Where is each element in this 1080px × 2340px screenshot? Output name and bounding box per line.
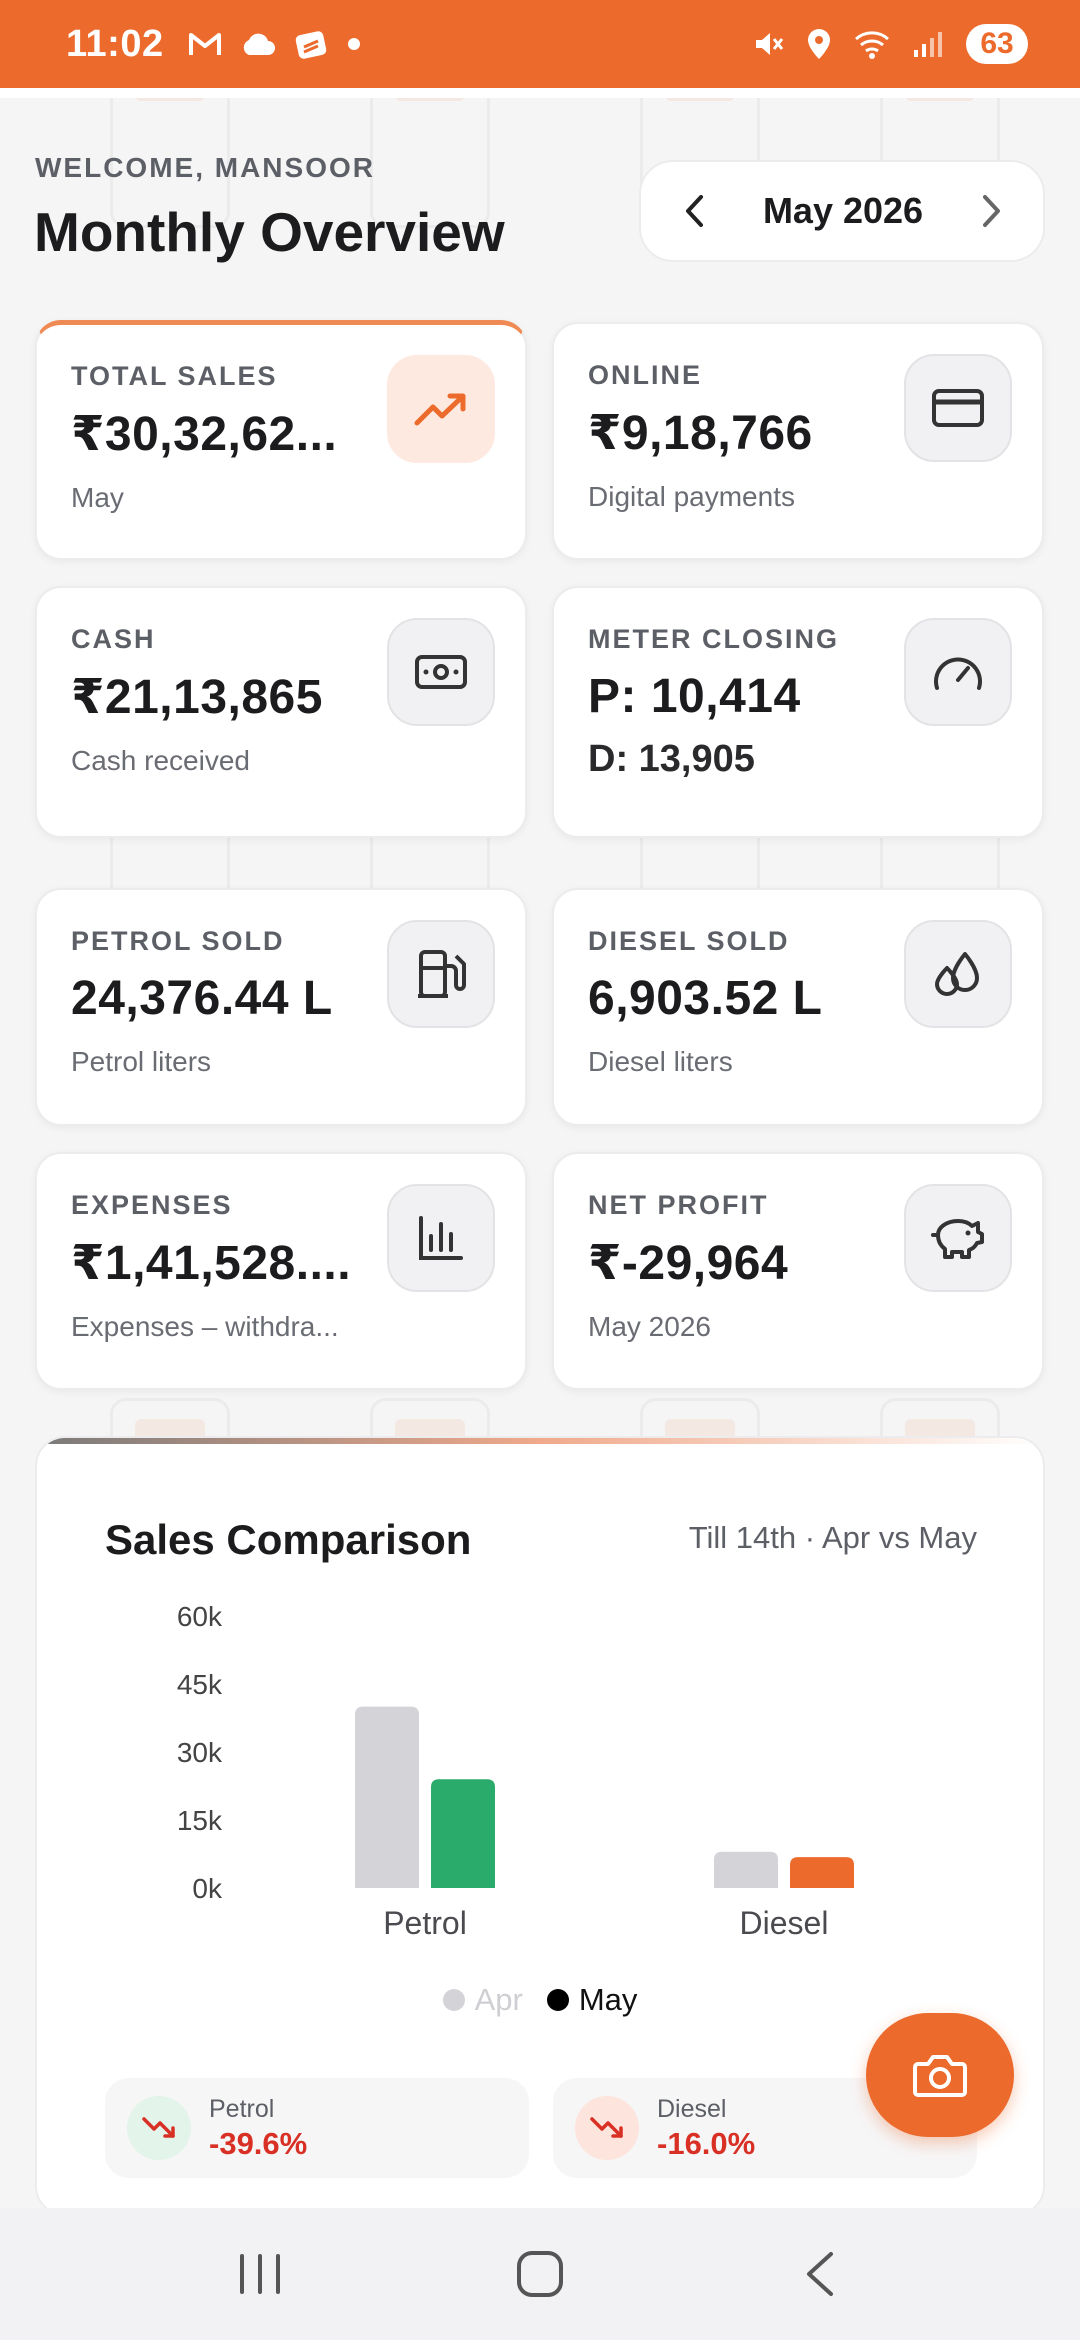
change-value: -39.6% xyxy=(209,2125,308,2161)
card-accent-bar xyxy=(37,1438,1043,1444)
status-bar: 11:02 63 xyxy=(0,0,1080,88)
legend-label: Apr xyxy=(474,1982,523,2017)
x-tick-label: Petrol xyxy=(383,1905,467,1941)
cloud-icon xyxy=(240,31,276,57)
card-total-sales[interactable]: TOTAL SALES ₹30,32,62... May xyxy=(35,320,527,560)
y-tick-label: 60k xyxy=(177,1601,223,1632)
dot-icon xyxy=(347,38,360,50)
change-name: Petrol xyxy=(209,2094,275,2123)
battery-indicator: 63 xyxy=(966,24,1028,64)
change-value: -16.0% xyxy=(657,2125,756,2161)
x-tick-label: Diesel xyxy=(740,1905,829,1941)
card-cash[interactable]: CASH ₹21,13,865 Cash received xyxy=(35,586,527,838)
card-meter-closing[interactable]: METER CLOSING P: 10,414 D: 13,905 xyxy=(552,586,1044,838)
piggy-bank-icon xyxy=(904,1184,1012,1292)
fuel-pump-icon xyxy=(387,920,495,1028)
camera-button[interactable] xyxy=(866,2013,1014,2137)
card-sub: Cash received xyxy=(71,745,250,776)
chevron-left-icon[interactable] xyxy=(683,193,707,229)
y-tick-label: 30k xyxy=(177,1737,223,1768)
card-petrol-sold[interactable]: PETROL SOLD 24,376.44 L Petrol liters xyxy=(35,888,527,1126)
app-icon xyxy=(294,27,330,61)
droplets-icon xyxy=(904,920,1012,1028)
card-diesel-sold[interactable]: DIESEL SOLD 6,903.52 L Diesel liters xyxy=(552,888,1044,1126)
wifi-icon xyxy=(854,29,890,59)
signal-icon xyxy=(912,30,944,58)
gmail-icon xyxy=(188,30,222,58)
gauge-icon xyxy=(904,618,1012,726)
comparison-title: Sales Comparison xyxy=(105,1516,472,1563)
change-name: Diesel xyxy=(657,2094,727,2123)
y-tick-label: 15k xyxy=(177,1805,223,1836)
card-expenses[interactable]: EXPENSES ₹1,41,528.... Expenses – withdr… xyxy=(35,1152,527,1390)
card-sub: May 2026 xyxy=(588,1311,711,1342)
bar-petrol-apr[interactable] xyxy=(355,1706,419,1888)
legend-item-apr[interactable]: Apr xyxy=(442,1982,523,2018)
status-time: 11:02 xyxy=(66,22,164,65)
chart-legend: Apr May xyxy=(37,1982,1043,2018)
header-divider xyxy=(0,88,1080,98)
trending-down-icon xyxy=(127,2096,191,2160)
welcome-text: WELCOME, MANSOOR xyxy=(35,152,375,183)
recent-apps-icon[interactable] xyxy=(210,2234,310,2314)
back-icon[interactable] xyxy=(770,2234,870,2314)
y-tick-label: 0k xyxy=(192,1873,223,1904)
legend-dot xyxy=(546,1989,569,2011)
card-sub: Diesel liters xyxy=(588,1046,733,1077)
bar-petrol-may[interactable] xyxy=(431,1779,495,1888)
card-net-profit[interactable]: NET PROFIT ₹-29,964 May 2026 xyxy=(552,1152,1044,1390)
card-sub: Digital payments xyxy=(588,481,795,512)
comparison-subtitle: Till 14th · Apr vs May xyxy=(688,1520,977,1555)
card-sub: Expenses – withdra... xyxy=(71,1311,339,1342)
banknote-icon xyxy=(387,618,495,726)
credit-card-icon xyxy=(904,354,1012,462)
bar-diesel-may[interactable] xyxy=(790,1857,854,1888)
month-label: May 2026 xyxy=(762,190,924,231)
sales-bar-chart: 60k 45k 30k 15k 0k Petrol Diesel xyxy=(177,1601,854,1941)
y-tick-label: 45k xyxy=(177,1669,223,1700)
bar-diesel-apr[interactable] xyxy=(714,1851,778,1888)
change-card-petrol: Petrol -39.6% xyxy=(105,2078,529,2178)
page-title: Monthly Overview xyxy=(34,201,505,263)
legend-dot xyxy=(442,1989,465,2011)
camera-icon xyxy=(913,2055,967,2097)
card-sub: May xyxy=(71,482,124,513)
card-sub: D: 13,905 xyxy=(588,738,755,780)
legend-item-may[interactable]: May xyxy=(546,1982,638,2018)
month-picker: May 2026 xyxy=(639,160,1045,262)
trending-down-icon xyxy=(575,2096,639,2160)
home-icon[interactable] xyxy=(490,2234,590,2314)
system-nav-bar xyxy=(0,2208,1080,2340)
bar-chart-icon xyxy=(387,1184,495,1292)
mute-icon xyxy=(752,28,784,60)
chevron-right-icon[interactable] xyxy=(979,193,1003,229)
trending-up-icon xyxy=(387,355,495,463)
location-icon xyxy=(806,28,832,60)
legend-label: May xyxy=(578,1982,638,2017)
card-sub: Petrol liters xyxy=(71,1046,212,1077)
card-online[interactable]: ONLINE ₹9,18,766 Digital payments xyxy=(552,322,1044,560)
